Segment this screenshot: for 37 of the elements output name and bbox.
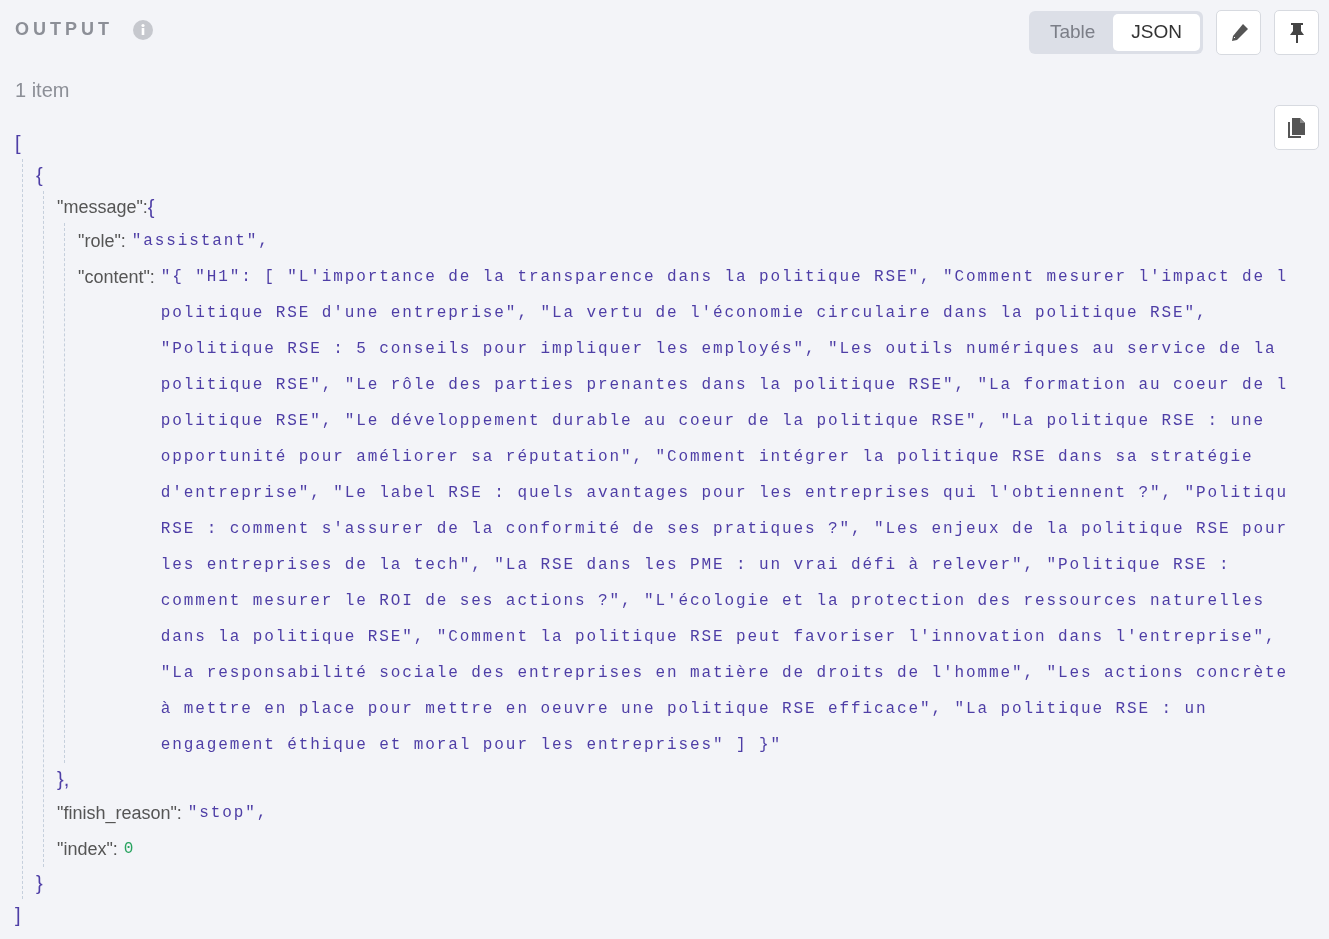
bracket: { bbox=[36, 163, 43, 188]
item-count: 1 item bbox=[15, 79, 70, 101]
copy-button[interactable] bbox=[1274, 105, 1319, 150]
json-value: politique RSE", "Le rôle des parties prenantes dans la politique RSE", "La formation au coeur de l bbox=[160, 375, 1288, 396]
bracket: } bbox=[36, 871, 43, 896]
bracket: }, bbox=[57, 767, 70, 792]
view-tab[interactable]: JSON bbox=[1113, 14, 1200, 51]
json-value: 0 bbox=[123, 839, 136, 860]
json-value: "La responsabilité sociale des entreprises en matière de droits de l'homme", "Les actions concrète bbox=[160, 663, 1288, 684]
panel-title: OUTPUT bbox=[15, 18, 113, 41]
json-value: RSE : comment s'assurer de la conformité de ses pratiques ?", "Les enjeux de la politique RSE pour bbox=[160, 519, 1288, 540]
bracket: { bbox=[147, 195, 155, 220]
json-value: d'entreprise", "Le label RSE : quels avantages pour les entreprises qui l'obtiennent ?", "Politiqu bbox=[160, 483, 1288, 504]
json-value: les entreprises de la tech", "La RSE dans les PME : un vrai défi à relever", "Politique RSE : bbox=[160, 555, 1232, 576]
json-value: "{ "H1": [ "L'importance de la transparence dans la politique RSE", "Comment mesurer l'impact de l bbox=[160, 267, 1288, 288]
json-value: dans la politique RSE", "Comment la politique RSE peut favoriser l'innovation dans l'entreprise", bbox=[160, 627, 1278, 648]
copy-icon bbox=[1286, 116, 1307, 139]
info-icon bbox=[133, 19, 153, 40]
edit-button[interactable] bbox=[1216, 10, 1261, 55]
json-key: "index": bbox=[57, 831, 118, 867]
json-value: engagement éthique et moral pour les entreprises" ] }" bbox=[160, 735, 783, 756]
bracket: [ bbox=[15, 131, 21, 156]
json-key: "message": bbox=[57, 193, 148, 221]
json-value: "Politique RSE : 5 conseils pour impliquer les employés", "Les outils numériques au service de la bbox=[160, 339, 1278, 360]
json-key: "content": bbox=[78, 259, 155, 295]
json-value: comment mesurer le ROI de ses actions ?", "L'écologie et la protection des ressources naturelles bbox=[160, 591, 1266, 612]
pin-button[interactable] bbox=[1274, 10, 1319, 55]
bracket: ] bbox=[15, 903, 21, 928]
json-value: à mettre en place pour mettre en oeuvre une politique RSE efficace", "La politique RSE : un bbox=[160, 699, 1209, 720]
json-value: politique RSE d'une entreprise", "La vertu de l'économie circulaire dans la politique RSE", bbox=[160, 303, 1209, 324]
json-value: politique RSE", "Le développement durable au coeur de la politique RSE", "La politique RSE : une bbox=[160, 411, 1266, 432]
json-value: "assistant", bbox=[131, 231, 270, 252]
json-key: "role": bbox=[78, 223, 126, 259]
json-value: opportunité pour améliorer sa réputation", "Comment intégrer la politique RSE dans sa stratégie bbox=[160, 447, 1255, 468]
pin-icon bbox=[1287, 21, 1306, 44]
json-key: "finish_reason": bbox=[57, 795, 182, 831]
json-value: "stop", bbox=[187, 803, 269, 824]
